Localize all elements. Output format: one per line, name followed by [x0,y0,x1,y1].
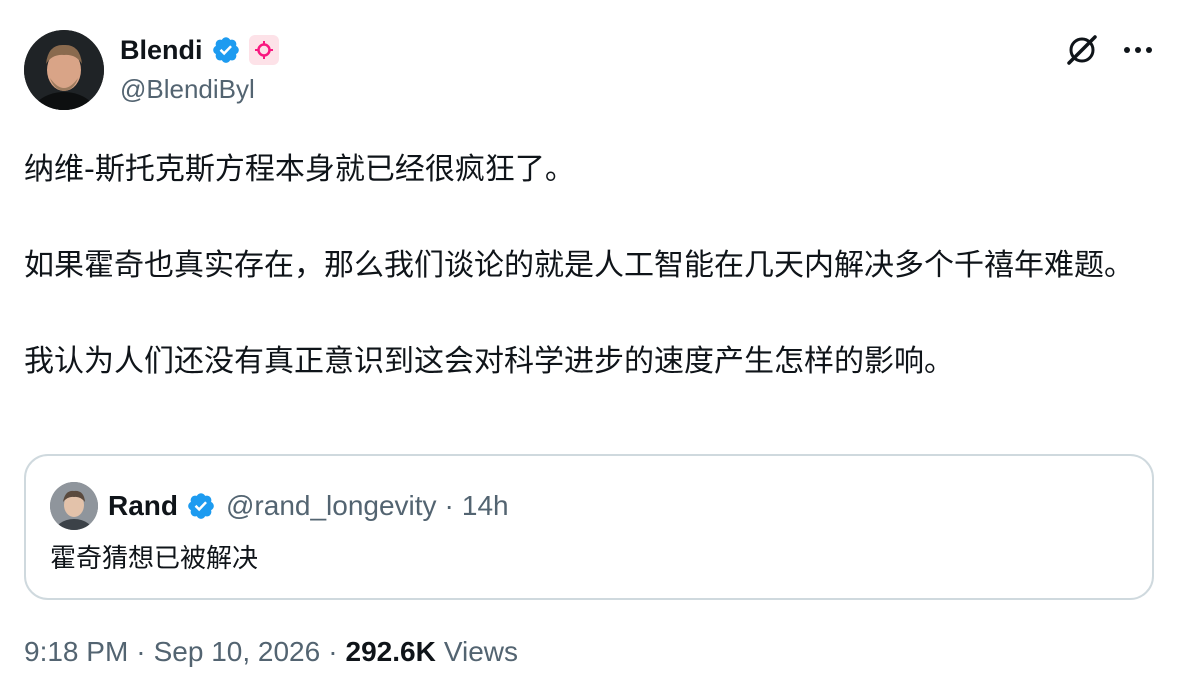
tweet-footer: 9:18 PM · Sep 10, 2026 · 292.6K Views [24,636,518,668]
author-name[interactable]: Blendi [120,35,203,66]
more-icon[interactable] [1116,30,1160,70]
affiliate-badge-icon[interactable] [248,35,279,65]
tweet-text: 纳维-斯托克斯方程本身就已经很疯狂了。 如果霍奇也真实存在，那么我们谈论的就是人… [24,146,1160,386]
tweet-paragraph-1: 纳维-斯托克斯方程本身就已经很疯狂了。 [24,152,575,187]
quoted-author-handle[interactable]: @rand_longevity [226,490,437,522]
quoted-text: 霍奇猜想已被解决 [50,544,259,574]
tweet-paragraph-3: 我认为人们还没有真正意识到这会对科学进步的速度产生怎样的影响。 [24,344,954,379]
quoted-header: Rand @rand_longevity · 14h [108,486,509,526]
tweet-time[interactable]: 9:18 PM [24,636,128,668]
verified-badge-icon[interactable] [211,35,241,65]
author-handle[interactable]: @BlendiByl [120,74,255,105]
quoted-tweet-card[interactable]: Rand @rand_longevity · 14h 霍奇猜想已被解决 [24,454,1154,600]
quoted-author-name[interactable]: Rand [108,490,178,522]
views-count[interactable]: 292.6K [346,636,436,668]
quoted-time[interactable]: 14h [462,490,509,522]
footer-separator: · [136,636,146,667]
footer-separator: · [328,636,338,667]
tweet-date[interactable]: Sep 10, 2026 [154,636,321,668]
author-name-row: Blendi [120,32,279,68]
tweet-paragraph-2: 如果霍奇也真实存在，那么我们谈论的就是人工智能在几天内解决多个千禧年难题。 [24,248,1134,283]
views-label: Views [443,636,519,667]
verified-badge-icon[interactable] [186,491,216,521]
author-avatar[interactable] [24,30,104,110]
quoted-author-avatar[interactable] [50,482,98,530]
grok-icon[interactable] [1062,30,1102,70]
quoted-separator: · [444,490,454,521]
